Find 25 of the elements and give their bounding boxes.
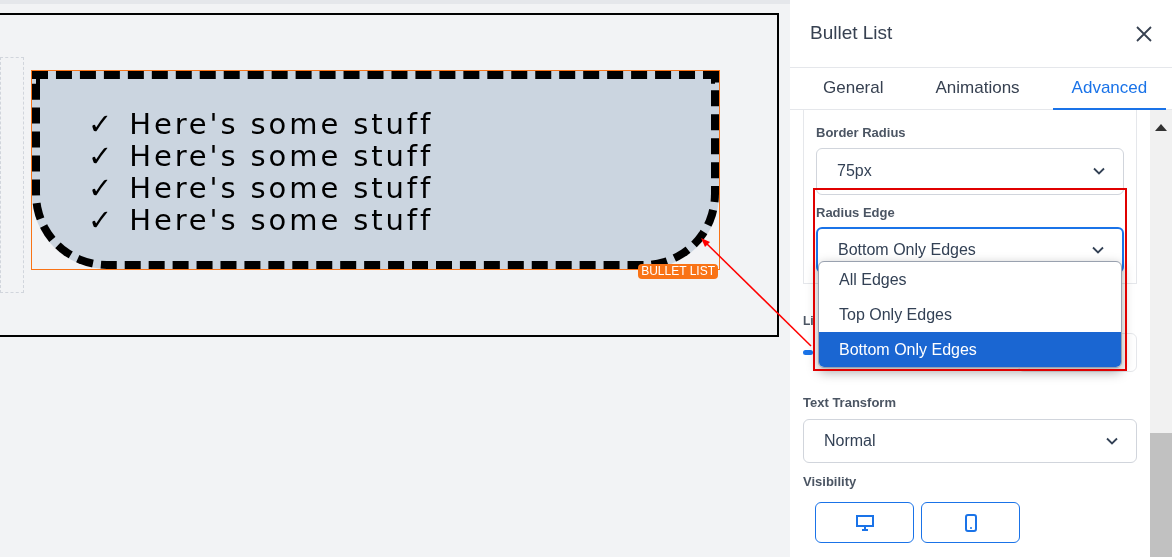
scrollbar-thumb[interactable] [1150, 433, 1172, 557]
field-label: Border Radius [816, 124, 907, 142]
field-label: Visibility [803, 472, 858, 491]
close-icon[interactable] [1136, 25, 1152, 42]
field-label: Li [803, 313, 814, 330]
chevron-down-icon [1093, 167, 1105, 175]
tab[interactable]: Animations [916, 68, 1039, 110]
select-field[interactable]: 75px [816, 147, 1124, 195]
tab[interactable]: General [804, 68, 903, 110]
select-field[interactable]: Normal [803, 418, 1137, 463]
field-label: Text Transform [803, 394, 897, 412]
mobile-phone-icon [964, 513, 977, 532]
chevron-down-icon [1106, 436, 1118, 445]
scroll-up-icon[interactable] [1155, 124, 1167, 131]
field-label: Radius Edge [816, 203, 896, 222]
scrollbar[interactable] [1150, 110, 1172, 557]
chevron-down-icon [1092, 246, 1104, 254]
dropdown-option[interactable]: Top Only Edges [819, 297, 1121, 332]
element-badge: BULLET LIST [638, 264, 718, 279]
desktop-icon [855, 514, 874, 531]
visibility-button[interactable] [921, 502, 1020, 543]
slider-track[interactable] [803, 349, 813, 355]
dropdown-option[interactable]: Bottom Only Edges [819, 332, 1121, 367]
panel-title: Bullet List [810, 21, 893, 46]
visibility-button[interactable] [815, 502, 914, 543]
